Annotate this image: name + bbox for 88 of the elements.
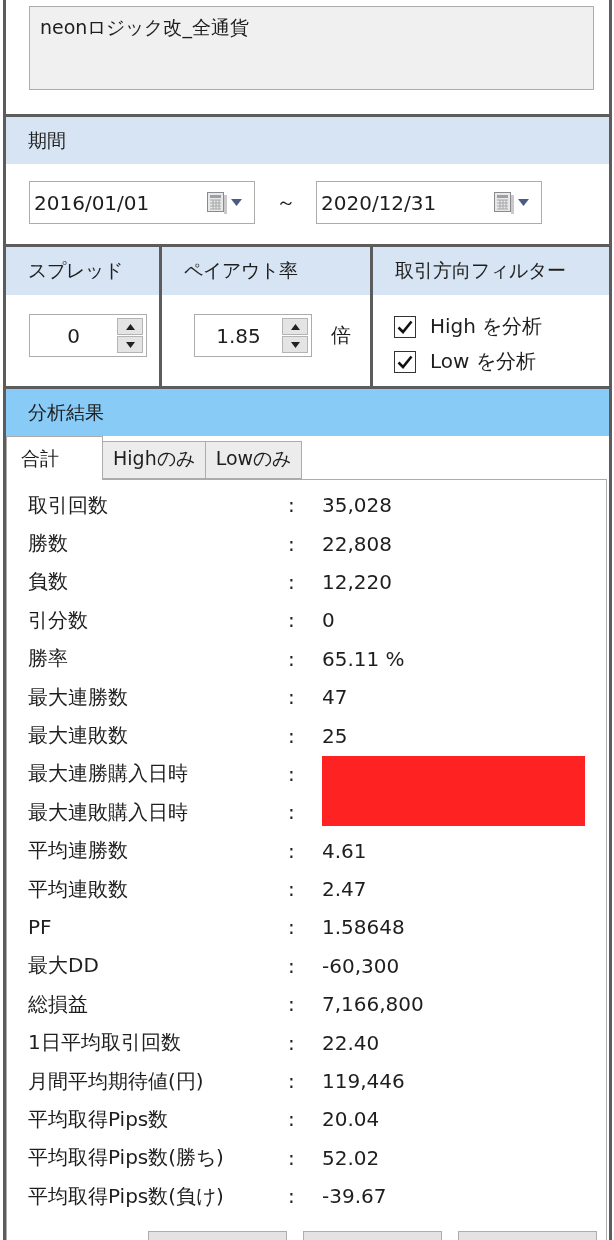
checkbox[interactable] [394,350,416,373]
checkbox-label[interactable]: High を分析 [430,313,543,340]
tab[interactable]: 合計 [6,436,103,480]
stat-value: 22,808 [322,531,393,556]
stat-separator: : [288,723,296,748]
stat-value: 47 [322,685,349,710]
date-field[interactable]: 2016/01/01 [29,181,255,224]
tab[interactable]: Highのみ [102,441,206,479]
stat-value: 35,028 [322,493,393,518]
name-field[interactable]: neonロジック改_全通貨 [29,6,594,90]
stat-separator: : [288,685,296,710]
stat-label: 最大連敗数 [28,722,129,750]
spin-up-button[interactable] [117,318,143,335]
stat-separator: : [288,493,296,518]
stat-separator: : [288,877,296,902]
stat-label: 平均取得Pips数 [28,1105,170,1133]
stat-value: 25 [322,723,349,748]
stat-value: 20.04 [322,1107,381,1132]
range-separator: ～ [274,189,297,216]
stat-label: 平均取得Pips数(勝ち) [28,1144,225,1172]
stat-separator: : [288,569,296,594]
stat-value: 119,446 [322,1069,406,1094]
checkbox[interactable] [394,315,416,338]
stat-separator: : [288,646,296,671]
calendar-icon[interactable] [207,191,227,214]
spinner-field[interactable]: 1.85 [194,314,312,357]
checkbox-label[interactable]: Low を分析 [430,348,536,375]
stat-label: 負数 [28,568,69,596]
stat-value: -60,300 [322,953,401,978]
spin-down-button[interactable] [282,336,308,353]
stat-label: 勝数 [28,530,69,558]
triangle-up-icon [290,323,300,330]
stat-label: 月間平均期待値(円) [28,1067,205,1095]
stat-value: 2.47 [322,877,368,902]
stat-label: 平均連勝数 [28,837,129,865]
stat-label: 取引回数 [28,491,109,519]
stat-separator: : [288,531,296,556]
stat-separator: : [288,608,296,633]
stat-label: 最大連勝購入日時 [28,760,189,788]
section-header: 分析結果 [6,389,609,436]
caret-down-icon[interactable] [518,199,529,206]
stat-separator: : [288,838,296,863]
stat-separator: : [288,1184,296,1209]
stat-value: 22.40 [322,1030,381,1055]
stat-value: 4.61 [322,838,368,863]
spin-down-button[interactable] [117,336,143,353]
stat-label: 最大連敗購入日時 [28,798,189,826]
stat-value: 52.02 [322,1145,381,1170]
stat-label: PF [28,915,53,940]
unit-label: 倍 [331,322,351,349]
stat-label: 最大連勝数 [28,683,129,711]
stat-value: -39.67 [322,1184,388,1209]
stat-separator: : [288,761,296,786]
stat-separator: : [288,1107,296,1132]
section-header: ペイアウト率 [162,247,370,295]
stat-label: 総損益 [28,990,89,1018]
tab[interactable]: Lowのみ [204,441,303,479]
stat-separator: : [288,800,296,825]
check-icon [397,319,413,334]
check-icon [397,354,413,369]
stat-label: 1日平均取引回数 [28,1029,182,1057]
stat-separator: : [288,1069,296,1094]
date-field[interactable]: 2020/12/31 [316,181,542,224]
stat-label: 平均取得Pips数(負け) [28,1182,225,1210]
stat-value: 12,220 [322,569,393,594]
stat-label: 勝率 [28,645,69,673]
stat-value: 65.11 % [322,646,406,671]
stat-value: 0 [322,608,336,633]
section-header: 期間 [6,117,609,164]
calendar-icon[interactable] [494,191,514,214]
spinner-field[interactable]: 0 [29,314,147,357]
stat-value: 1.58648 [322,915,406,940]
triangle-up-icon [125,323,135,330]
stat-separator: : [288,992,296,1017]
stat-label: 平均連敗数 [28,875,129,903]
stat-value: 7,166,800 [322,992,425,1017]
triangle-down-icon [125,341,135,348]
stat-label: 引分数 [28,606,89,634]
stat-separator: : [288,1030,296,1055]
stat-separator: : [288,953,296,978]
caret-down-icon[interactable] [231,199,242,206]
section-header: 取引方向フィルター [373,247,609,295]
stat-separator: : [288,1145,296,1170]
stat-separator: : [288,915,296,940]
section-header: スプレッド [6,247,159,295]
triangle-down-icon [290,341,300,348]
stat-label: 最大DD [28,952,100,980]
spin-up-button[interactable] [282,318,308,335]
